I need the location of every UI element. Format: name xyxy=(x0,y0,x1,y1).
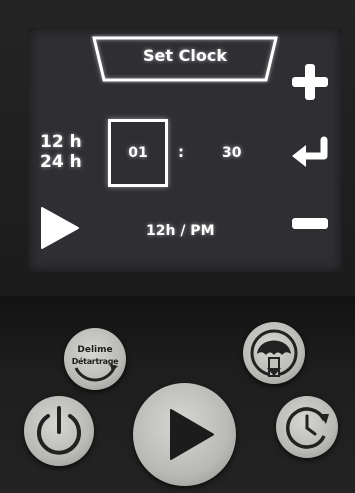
detartrage-label: Détartrage xyxy=(71,357,119,366)
minus-icon[interactable] xyxy=(290,214,330,234)
power-button[interactable] xyxy=(24,396,94,466)
plus-icon[interactable] xyxy=(290,62,330,102)
hour-value: 01 xyxy=(128,145,148,161)
timer-button[interactable] xyxy=(276,396,338,458)
hood-icon xyxy=(250,329,298,377)
power-icon xyxy=(37,406,81,455)
minute-value[interactable]: 30 xyxy=(222,145,241,161)
coffee-machine-control-panel: Set Clock 12 h 24 h 01 : 30 12h / PM Del xyxy=(0,0,355,493)
clock-refresh-icon xyxy=(286,407,329,449)
play-icon xyxy=(170,409,214,460)
lcd-screen: Set Clock 12 h 24 h 01 : 30 12h / PM xyxy=(28,28,342,272)
delime-button[interactable]: Delime Détartrage xyxy=(64,328,126,390)
enter-icon[interactable] xyxy=(290,136,334,172)
format-24h-label[interactable]: 24 h xyxy=(40,152,82,172)
play-arrow-icon[interactable] xyxy=(38,206,80,250)
time-separator: : xyxy=(178,143,184,161)
am-pm-mode[interactable]: 12h / PM xyxy=(146,223,215,239)
start-button[interactable] xyxy=(133,383,236,486)
delime-label: Delime xyxy=(77,345,113,355)
format-12h-label[interactable]: 12 h xyxy=(40,132,82,152)
screen-title: Set Clock xyxy=(143,46,227,65)
hood-button[interactable] xyxy=(243,322,305,384)
